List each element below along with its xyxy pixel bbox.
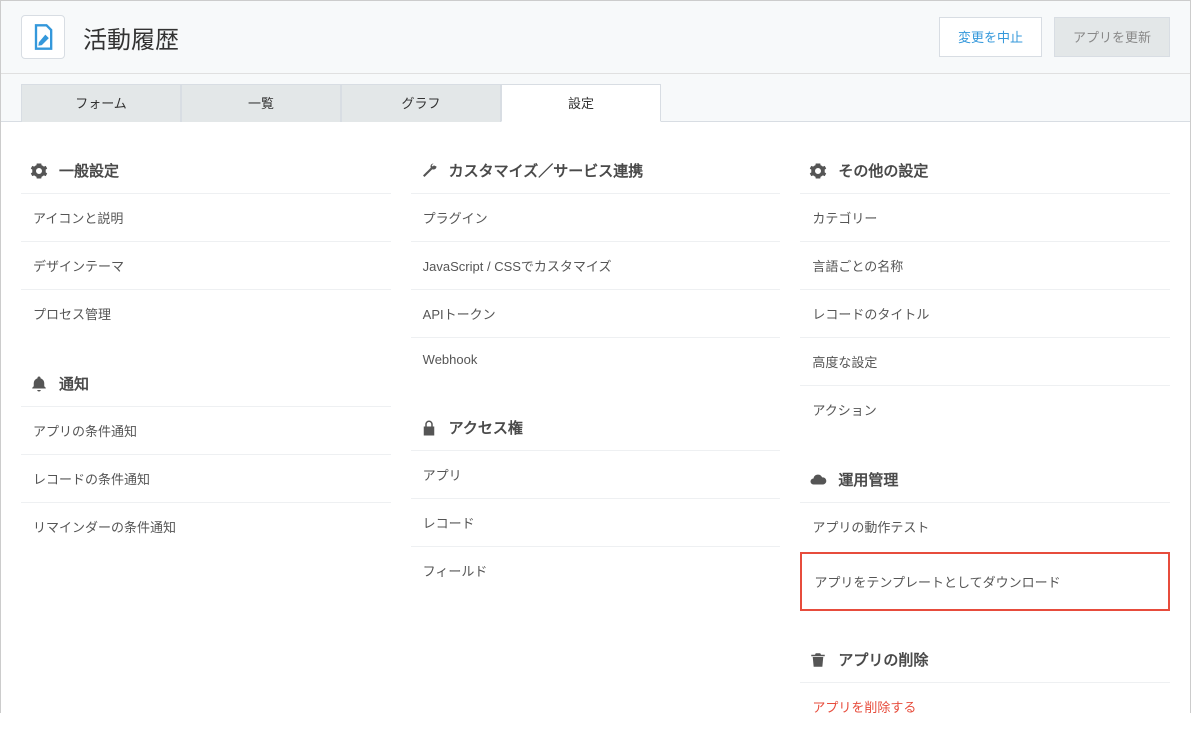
- item-js-css[interactable]: JavaScript / CSSでカスタマイズ: [411, 241, 781, 289]
- tab-settings[interactable]: 設定: [501, 84, 661, 122]
- item-app-test[interactable]: アプリの動作テスト: [800, 502, 1170, 550]
- cloud-icon: [808, 470, 828, 490]
- section-label: 運用管理: [838, 469, 898, 490]
- lock-icon: [419, 418, 439, 438]
- section-label: 一般設定: [59, 160, 119, 181]
- item-reminder-notification[interactable]: リマインダーの条件通知: [21, 502, 391, 550]
- trash-icon: [808, 650, 828, 670]
- section-label: その他の設定: [838, 160, 928, 181]
- access-head: アクセス権: [411, 409, 781, 450]
- app-icon: [21, 15, 65, 59]
- gear-icon: [808, 161, 828, 181]
- document-edit-icon: [29, 23, 57, 51]
- item-access-app[interactable]: アプリ: [411, 450, 781, 498]
- item-design-theme[interactable]: デザインテーマ: [21, 241, 391, 289]
- tabs-bar: フォーム 一覧 グラフ 設定: [1, 74, 1190, 122]
- item-action[interactable]: アクション: [800, 385, 1170, 433]
- wrench-icon: [419, 161, 439, 181]
- item-process-management[interactable]: プロセス管理: [21, 289, 391, 337]
- tab-graph[interactable]: グラフ: [341, 84, 501, 122]
- app-header: 活動履歴 変更を中止 アプリを更新: [1, 1, 1190, 74]
- tab-list[interactable]: 一覧: [181, 84, 341, 122]
- general-settings-head: 一般設定: [21, 152, 391, 193]
- item-record-title[interactable]: レコードのタイトル: [800, 289, 1170, 337]
- item-advanced-settings[interactable]: 高度な設定: [800, 337, 1170, 385]
- item-delete-app[interactable]: アプリを削除する: [800, 682, 1170, 730]
- update-app-button[interactable]: アプリを更新: [1054, 17, 1170, 57]
- item-template-download[interactable]: アプリをテンプレートとしてダウンロード: [800, 552, 1170, 611]
- other-settings-head: その他の設定: [800, 152, 1170, 193]
- settings-content: 一般設定 アイコンと説明 デザインテーマ プロセス管理 通知 アプリの条件通知 …: [1, 121, 1190, 750]
- item-access-record[interactable]: レコード: [411, 498, 781, 546]
- item-icon-description[interactable]: アイコンと説明: [21, 193, 391, 241]
- item-record-notification[interactable]: レコードの条件通知: [21, 454, 391, 502]
- bell-icon: [29, 374, 49, 394]
- operation-management-head: 運用管理: [800, 461, 1170, 502]
- section-label: 通知: [59, 373, 89, 394]
- item-language-name[interactable]: 言語ごとの名称: [800, 241, 1170, 289]
- item-access-field[interactable]: フィールド: [411, 546, 781, 594]
- cancel-changes-button[interactable]: 変更を中止: [939, 17, 1042, 57]
- gear-icon: [29, 161, 49, 181]
- notifications-head: 通知: [21, 365, 391, 406]
- app-title: 活動履歴: [83, 20, 927, 55]
- item-category[interactable]: カテゴリー: [800, 193, 1170, 241]
- item-webhook[interactable]: Webhook: [411, 337, 781, 381]
- settings-col-3: その他の設定 カテゴリー 言語ごとの名称 レコードのタイトル 高度な設定 アクシ…: [790, 152, 1180, 730]
- section-label: カスタマイズ／サービス連携: [449, 160, 644, 181]
- item-app-notification[interactable]: アプリの条件通知: [21, 406, 391, 454]
- section-label: アクセス権: [449, 417, 523, 438]
- item-plugin[interactable]: プラグイン: [411, 193, 781, 241]
- settings-col-2: カスタマイズ／サービス連携 プラグイン JavaScript / CSSでカスタ…: [401, 152, 791, 730]
- customize-head: カスタマイズ／サービス連携: [411, 152, 781, 193]
- tab-form[interactable]: フォーム: [21, 84, 181, 122]
- section-label: アプリの削除: [838, 649, 928, 670]
- settings-col-1: 一般設定 アイコンと説明 デザインテーマ プロセス管理 通知 アプリの条件通知 …: [11, 152, 401, 730]
- app-delete-head: アプリの削除: [800, 641, 1170, 682]
- item-api-token[interactable]: APIトークン: [411, 289, 781, 337]
